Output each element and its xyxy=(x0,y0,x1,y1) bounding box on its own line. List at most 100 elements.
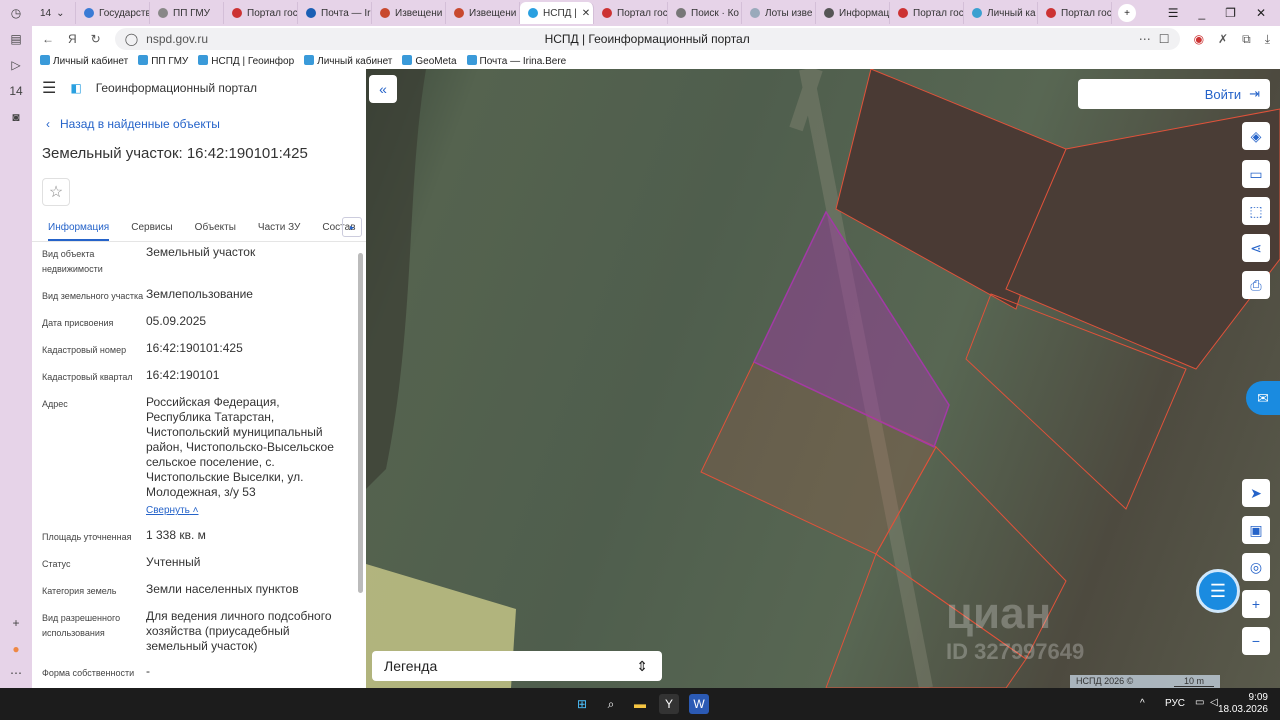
alice-icon[interactable]: ● xyxy=(0,636,32,662)
tab-favicon-icon xyxy=(232,8,242,18)
reload-icon[interactable]: ↻ xyxy=(91,32,101,46)
info-value: Учтенный xyxy=(146,555,201,569)
back-icon[interactable]: ← xyxy=(42,32,54,46)
login-button[interactable]: Войти ⇥ xyxy=(1078,79,1270,109)
browser-sidebar: ◷ ▤ ▷ 14 ◙ + ● ⋯ xyxy=(0,0,32,688)
bookmark-icon[interactable]: ☐ xyxy=(1159,32,1170,46)
tab-favicon-icon xyxy=(898,8,908,18)
browser-tab[interactable]: Портал гос xyxy=(890,2,964,24)
browser-tab[interactable]: Портал гос xyxy=(1038,2,1112,24)
ruler-button[interactable]: ▭ xyxy=(1242,160,1270,188)
minimize-button[interactable]: _ xyxy=(1198,6,1205,20)
favorite-star-icon[interactable]: ☆ xyxy=(42,178,70,206)
menu-icon[interactable]: ☰ xyxy=(1168,6,1179,20)
chat-button[interactable]: ☰ xyxy=(1196,569,1240,613)
camera-icon[interactable]: ◙ xyxy=(0,104,32,130)
select-area-button[interactable]: ⬚ xyxy=(1242,197,1270,225)
tab-label: Портал гос xyxy=(913,7,964,19)
map-attribution: НСПД 2026 © 10 m xyxy=(1070,675,1220,688)
browser-tab[interactable]: Извещени xyxy=(446,2,520,24)
more-icon[interactable]: ⋯ xyxy=(0,660,32,686)
language-indicator[interactable]: РУС xyxy=(1165,698,1185,709)
zoom-in-button[interactable]: + xyxy=(1242,590,1270,618)
geolocation-button[interactable]: ➤ xyxy=(1242,479,1270,507)
tabs-next-button[interactable]: ▸ xyxy=(342,217,362,237)
panel-tabs: Информация Сервисы Объекты Части ЗУ Состав ▸ xyxy=(32,214,366,242)
print-button[interactable]: ⎙ xyxy=(1242,271,1270,299)
panel-tab[interactable]: Сервисы xyxy=(131,222,172,233)
tab-favicon-icon xyxy=(528,8,538,18)
tab-label: Портал гос xyxy=(617,7,668,19)
close-window-button[interactable]: ✕ xyxy=(1256,6,1266,20)
bookmark-item[interactable]: Почта — Irina.Bere xyxy=(466,54,566,67)
zoom-out-button[interactable]: − xyxy=(1242,627,1270,655)
tray-chevron-icon[interactable]: ^ xyxy=(1140,698,1145,709)
back-link[interactable]: ‹ Назад в найденные объекты xyxy=(32,107,366,141)
volume-icon[interactable]: ◁ xyxy=(1210,697,1218,708)
info-key: Дата присвоения xyxy=(42,318,114,328)
feedback-button[interactable]: ✉ xyxy=(1246,381,1280,415)
network-icon[interactable]: ▭ xyxy=(1195,697,1204,708)
legend-label: Легенда xyxy=(384,658,438,674)
notes-icon[interactable]: ▤ xyxy=(0,26,32,52)
browser-tab[interactable]: ПП ГМУ xyxy=(150,2,224,24)
browser-tab[interactable]: Информац xyxy=(816,2,890,24)
browser-tab[interactable]: Личный ка xyxy=(964,2,1038,24)
tab-group-counter[interactable]: 14 ⌄ xyxy=(32,2,76,24)
new-tab-button[interactable]: + xyxy=(1118,4,1136,22)
history-icon[interactable]: ◷ xyxy=(0,0,32,26)
browser-tab[interactable]: Поиск · Ко xyxy=(668,2,742,24)
legend-dropdown[interactable]: Легенда ⇕ xyxy=(372,651,662,681)
protect-icon[interactable]: ◉ xyxy=(1194,32,1204,46)
word-icon[interactable]: W xyxy=(689,694,709,714)
browser-tab[interactable]: Извещени xyxy=(372,2,446,24)
tab-favicon-icon xyxy=(750,8,760,18)
explorer-icon[interactable]: ▬ xyxy=(630,694,650,714)
address-bar[interactable]: ◯ nspd.gov.ru НСПД | Геоинформационный п… xyxy=(114,28,1180,50)
login-icon: ⇥ xyxy=(1249,86,1260,101)
panel-tab[interactable]: Части ЗУ xyxy=(258,222,300,233)
search-location-button[interactable]: ◎ xyxy=(1242,553,1270,581)
panel-tab[interactable]: Информация xyxy=(48,222,110,241)
bookmark-icon xyxy=(138,54,149,65)
close-tab-icon[interactable]: ✕ xyxy=(582,8,590,19)
share-button[interactable]: ⋖ xyxy=(1242,234,1270,262)
bookmark-item[interactable]: ПП ГМУ xyxy=(138,54,188,67)
yandex-icon[interactable]: Я xyxy=(68,32,77,46)
start-icon[interactable]: ⊞ xyxy=(572,694,592,714)
browser-tab[interactable]: НСПД | ✕ xyxy=(520,2,594,24)
browser-tab[interactable]: Лоты изве xyxy=(742,2,816,24)
play-icon[interactable]: ▷ xyxy=(0,52,32,78)
panel-tab[interactable]: Объекты xyxy=(195,222,236,233)
calendar-icon[interactable]: 14 xyxy=(0,78,32,104)
bookmark-item[interactable]: Личный кабинет xyxy=(304,54,392,67)
restore-button[interactable]: ❐ xyxy=(1225,6,1236,20)
info-value: Землепользование xyxy=(146,287,253,301)
panel-scrollbar[interactable] xyxy=(358,249,364,679)
yandex-browser-icon[interactable]: Y xyxy=(659,694,679,714)
layers-button[interactable]: ◈ xyxy=(1242,122,1270,150)
info-key: Вид объекта недвижимости xyxy=(42,249,103,274)
extension-icon[interactable]: ✗ xyxy=(1218,32,1228,46)
object-panel: ☰ ◧ Геоинформационный портал ‹ Назад в най… xyxy=(32,69,366,688)
bookmark-item[interactable]: Личный кабинет xyxy=(40,54,128,67)
tab-favicon-icon xyxy=(1046,8,1056,18)
bookmark-item[interactable]: НСПД | Геоинфор xyxy=(198,54,294,67)
browser-tab[interactable]: Портал гос xyxy=(594,2,668,24)
more-icon[interactable]: ⋯ xyxy=(1139,32,1151,46)
browser-tab[interactable]: Почта — Iri xyxy=(298,2,372,24)
add-icon[interactable]: + xyxy=(0,610,32,636)
browser-tab[interactable]: Государстве xyxy=(76,2,150,24)
bookmark-item[interactable]: GeoMeta xyxy=(402,54,457,67)
minimap-button[interactable]: ▣ xyxy=(1242,516,1270,544)
clock[interactable]: 9:09 18.03.2026 xyxy=(1218,692,1268,716)
bookmark-icon xyxy=(304,54,315,65)
extensions-icon[interactable]: ⧉ xyxy=(1242,32,1251,47)
download-icon[interactable]: ⤓ xyxy=(1265,32,1270,47)
map-view[interactable]: циан ID 327997649 « Войти ⇥ ◈ ▭ ⬚ ⋖ ⎙ ✉ ➤ … xyxy=(366,69,1280,688)
hamburger-menu-icon[interactable]: ☰ xyxy=(42,78,56,98)
search-icon[interactable]: ⌕ xyxy=(601,694,621,714)
browser-tab[interactable]: Портал гос xyxy=(224,2,298,24)
collapse-link[interactable]: Свернуть ˄ xyxy=(146,503,344,518)
collapse-panel-button[interactable]: « xyxy=(369,75,397,103)
